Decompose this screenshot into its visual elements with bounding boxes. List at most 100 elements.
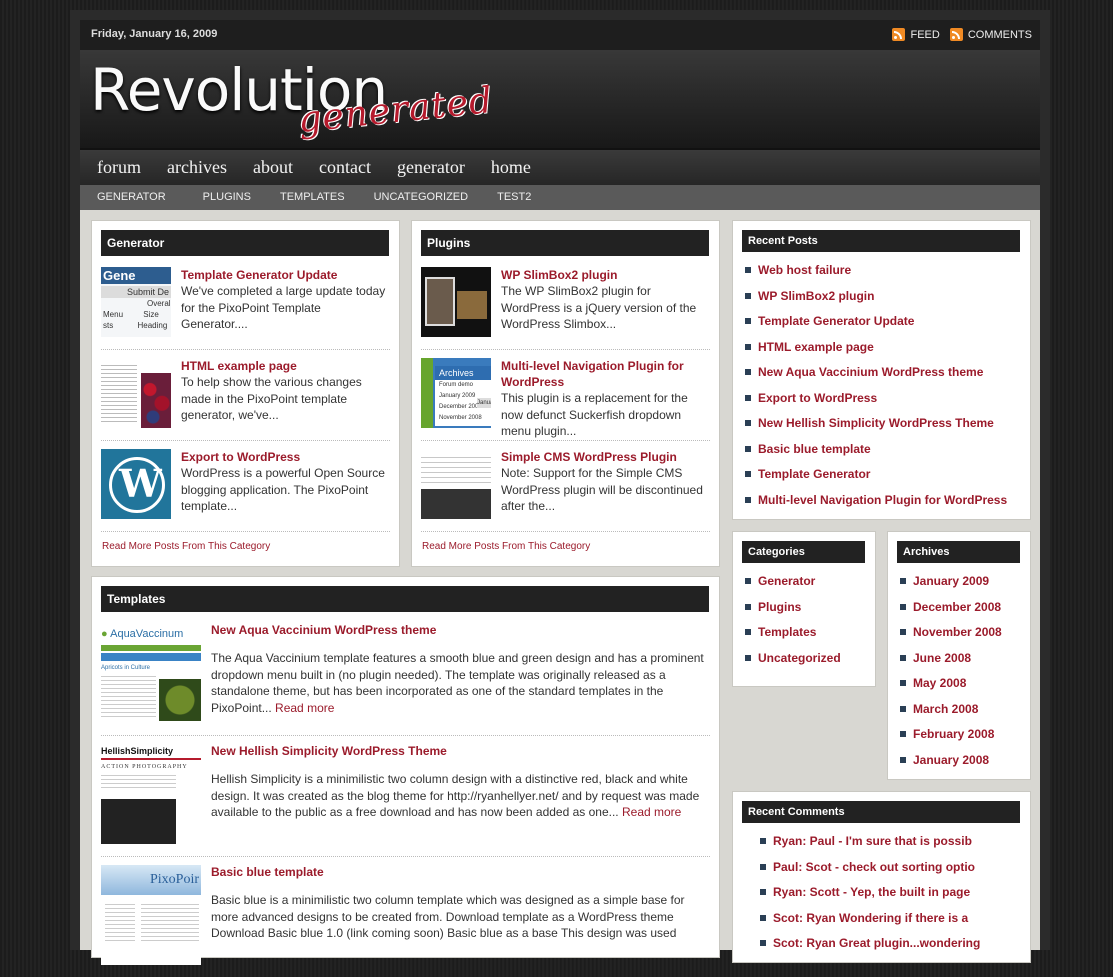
slimbox-photo bbox=[425, 277, 455, 326]
thumb-text-lines bbox=[101, 772, 176, 790]
nav-home[interactable]: home bbox=[491, 150, 531, 185]
archive-link[interactable]: January 2008 bbox=[898, 752, 1022, 778]
archive-link[interactable]: March 2008 bbox=[898, 701, 1022, 727]
post-excerpt: We've completed a large update today for… bbox=[181, 284, 386, 331]
post-thumbnail[interactable]: Gene Submit De Overall Menu Size sts Hea… bbox=[101, 267, 171, 337]
post-title[interactable]: HTML example page bbox=[181, 358, 390, 374]
list-item: HTML example page To help show the vario… bbox=[101, 358, 390, 441]
category-link[interactable]: Generator bbox=[743, 573, 867, 599]
post-thumbnail[interactable]: Archives Forum demo January 2009 Decembe… bbox=[421, 358, 491, 428]
top-bar: Friday, January 16, 2009 FEED COMMENTS bbox=[80, 20, 1040, 50]
recent-post-link[interactable]: Template Generator bbox=[743, 466, 1022, 492]
archive-link[interactable]: June 2008 bbox=[898, 650, 1022, 676]
post-excerpt: Hellish Simplicity is a minimilistic two… bbox=[211, 771, 710, 821]
read-more-link[interactable]: Read more bbox=[275, 701, 334, 715]
post-excerpt: The Aqua Vaccinium template features a s… bbox=[211, 650, 710, 716]
rss-icon[interactable] bbox=[892, 28, 906, 41]
archive-link[interactable]: January 2009 bbox=[898, 573, 1022, 599]
subnav-test2[interactable]: TEST2 bbox=[497, 185, 531, 210]
leaf-photo bbox=[159, 679, 201, 721]
category-read-more-link[interactable]: Read More Posts From This Category bbox=[102, 541, 270, 552]
nav-generator[interactable]: generator bbox=[397, 150, 465, 185]
archive-link[interactable]: November 2008 bbox=[898, 624, 1022, 650]
slimbox-photo bbox=[457, 291, 487, 319]
archive-link[interactable]: December 2008 bbox=[898, 599, 1022, 625]
recent-comment-link[interactable]: Ryan: Scott - Yep, the built in page bbox=[758, 884, 1022, 910]
post-thumbnail[interactable]: ● AquaVaccinum Apricots in Culture bbox=[101, 623, 201, 723]
thumb-bar bbox=[101, 758, 201, 760]
categories-list: Generator Plugins Templates Uncategorize… bbox=[743, 573, 867, 675]
thumb-text: AquaVaccinum bbox=[110, 628, 184, 640]
thumb-text-lines bbox=[101, 673, 156, 718]
list-item: W Export to WordPress WordPress is a pow… bbox=[101, 449, 390, 532]
thumb-text: November 2008 bbox=[439, 415, 482, 421]
recent-post-link[interactable]: New Hellish Simplicity WordPress Theme bbox=[743, 415, 1022, 441]
post-title[interactable]: Simple CMS WordPress Plugin bbox=[501, 449, 710, 465]
category-link[interactable]: Templates bbox=[743, 624, 867, 650]
post-thumbnail[interactable] bbox=[421, 449, 491, 519]
comments-feed-link[interactable]: COMMENTS bbox=[968, 29, 1032, 41]
subnav-uncategorized[interactable]: UNCATEGORIZED bbox=[374, 185, 469, 210]
subnav-plugins[interactable]: PLUGINS bbox=[203, 185, 251, 210]
recent-post-link[interactable]: Basic blue template bbox=[743, 441, 1022, 467]
read-more-link[interactable]: Read more bbox=[622, 805, 681, 819]
thumb-text-lines bbox=[105, 901, 135, 941]
post-title[interactable]: Basic blue template bbox=[211, 865, 710, 879]
categories-widget: Categories Generator Plugins Templates U… bbox=[732, 531, 876, 687]
post-thumbnail[interactable] bbox=[421, 267, 491, 337]
recent-post-link[interactable]: Web host failure bbox=[743, 262, 1022, 288]
archive-link[interactable]: February 2008 bbox=[898, 726, 1022, 752]
thumb-text: Apricots in Culture bbox=[101, 665, 151, 671]
post-title[interactable]: New Hellish Simplicity WordPress Theme bbox=[211, 744, 710, 758]
list-item: PixoPoir Basic blue template Basic blue … bbox=[101, 865, 710, 977]
recent-comment-link[interactable]: Paul: Scot - check out sorting optio bbox=[758, 859, 1022, 885]
rss-icon[interactable] bbox=[949, 28, 963, 41]
post-thumbnail[interactable]: HellishSimplicity ACTION PHOTOGRAPHY bbox=[101, 744, 201, 844]
subnav-templates[interactable]: TEMPLATES bbox=[280, 185, 345, 210]
post-title[interactable]: Export to WordPress bbox=[181, 449, 390, 465]
wordpress-logo-icon[interactable]: W bbox=[101, 449, 171, 519]
thumb-text: Menu Size bbox=[101, 309, 171, 320]
thumb-text-lines bbox=[421, 453, 491, 483]
generator-panel: Generator Gene Submit De Overall Menu Si… bbox=[91, 220, 400, 567]
post-title[interactable]: Template Generator Update bbox=[181, 267, 390, 283]
recent-post-link[interactable]: WP SlimBox2 plugin bbox=[743, 288, 1022, 314]
thumb-text: Heading bbox=[137, 321, 168, 330]
nav-contact[interactable]: contact bbox=[319, 150, 371, 185]
plugins-panel: Plugins WP SlimBox2 plugin The WP SlimBo… bbox=[411, 220, 720, 567]
templates-panel: Templates ● AquaVaccinum Apricots in Cul… bbox=[91, 576, 720, 965]
recent-post-link[interactable]: HTML example page bbox=[743, 339, 1022, 365]
post-title[interactable]: New Aqua Vaccinium WordPress theme bbox=[211, 623, 710, 637]
category-link[interactable]: Uncategorized bbox=[743, 650, 867, 676]
feed-link[interactable]: FEED bbox=[910, 29, 939, 41]
thumb-text: Submit De bbox=[101, 286, 171, 298]
post-excerpt: The WP SlimBox2 plugin for WordPress is … bbox=[501, 284, 697, 331]
category-read-more-link[interactable]: Read More Posts From This Category bbox=[422, 541, 590, 552]
recent-post-link[interactable]: New Aqua Vaccinium WordPress theme bbox=[743, 364, 1022, 390]
panel-heading: Recent Posts bbox=[742, 230, 1020, 252]
recent-post-link[interactable]: Export to WordPress bbox=[743, 390, 1022, 416]
recent-comment-link[interactable]: Ryan: Paul - I'm sure that is possib bbox=[758, 833, 1022, 859]
thumb-text: ACTION PHOTOGRAPHY bbox=[101, 764, 188, 770]
thumb-text: PixoPoir bbox=[101, 865, 201, 895]
nav-about[interactable]: about bbox=[253, 150, 293, 185]
thumb-text: Menu bbox=[103, 310, 124, 319]
post-title[interactable]: WP SlimBox2 plugin bbox=[501, 267, 710, 283]
post-title[interactable]: Multi-level Navigation Plugin for WordPr… bbox=[501, 358, 710, 390]
recent-post-link[interactable]: Template Generator Update bbox=[743, 313, 1022, 339]
subnav-generator[interactable]: GENERATOR bbox=[97, 185, 166, 210]
nav-forum[interactable]: forum bbox=[97, 150, 141, 185]
post-thumbnail[interactable] bbox=[101, 358, 171, 428]
list-item: Archives Forum demo January 2009 Decembe… bbox=[421, 358, 710, 441]
nav-archives[interactable]: archives bbox=[167, 150, 227, 185]
post-thumbnail[interactable]: PixoPoir bbox=[101, 865, 201, 965]
recent-comment-link[interactable]: Scot: Ryan Wondering if there is a bbox=[758, 910, 1022, 936]
archive-link[interactable]: May 2008 bbox=[898, 675, 1022, 701]
recent-post-link[interactable]: Multi-level Navigation Plugin for WordPr… bbox=[743, 492, 1022, 518]
list-item: WP SlimBox2 plugin The WP SlimBox2 plugi… bbox=[421, 267, 710, 350]
panel-heading: Archives bbox=[897, 541, 1020, 563]
category-link[interactable]: Plugins bbox=[743, 599, 867, 625]
post-excerpt: To help show the various changes made in… bbox=[181, 375, 362, 422]
list-item: ● AquaVaccinum Apricots in Culture New A… bbox=[101, 623, 710, 736]
recent-comment-link[interactable]: Scot: Ryan Great plugin...wondering bbox=[758, 935, 1022, 961]
